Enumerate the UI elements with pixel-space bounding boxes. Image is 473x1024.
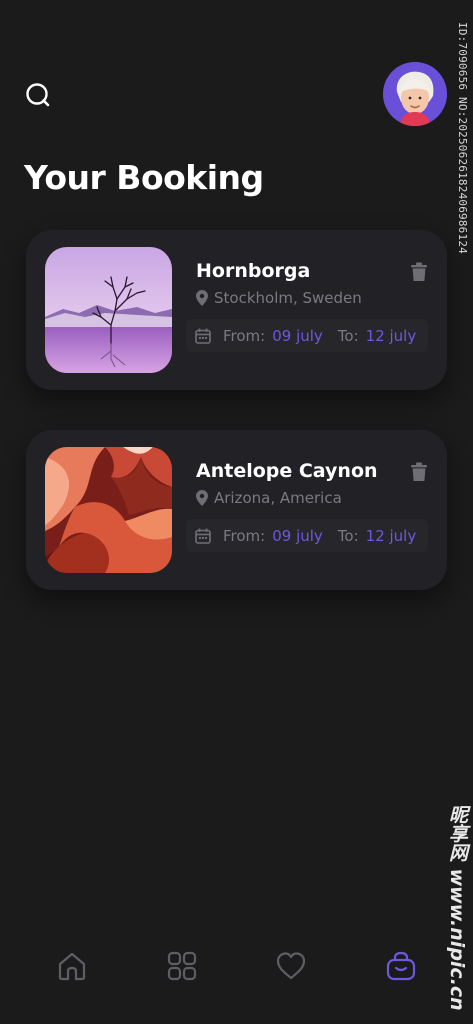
page-title: Your Booking	[24, 158, 264, 197]
home-icon[interactable]	[56, 950, 88, 982]
avatar[interactable]	[383, 62, 447, 126]
grid-icon[interactable]	[166, 950, 198, 982]
booking-dates: From: 09 july To: 12 july	[186, 319, 428, 352]
booking-screen: Your Booking Hornborga Stockholm, Sweden…	[0, 0, 473, 1024]
search-icon[interactable]	[22, 80, 54, 112]
booking-location: Stockholm, Sweden	[196, 289, 362, 307]
booking-thumbnail-antelope-canyon	[45, 447, 172, 573]
location-text: Arizona, America	[214, 489, 342, 507]
location-text: Stockholm, Sweden	[214, 289, 362, 307]
location-pin-icon	[196, 490, 208, 506]
booking-card[interactable]: Hornborga Stockholm, Sweden From: 09 jul…	[26, 230, 447, 390]
trash-icon[interactable]	[410, 462, 428, 482]
from-date: 09 july	[272, 326, 323, 345]
from-date: 09 july	[272, 526, 323, 545]
trash-icon[interactable]	[410, 262, 428, 282]
to-date: 12 july	[365, 326, 417, 345]
watermark-id: ID:7090656 NO:20250626182406986124	[456, 22, 469, 254]
booking-thumbnail-hornborga	[45, 247, 172, 373]
booking-dates: From: 09 july To: 12 july	[186, 519, 428, 552]
watermark-site: 昵享网 www.nipic.cn	[446, 805, 468, 1011]
booking-card[interactable]: Antelope Caynon Arizona, America From: 0…	[26, 430, 447, 590]
to-date: 12 july	[365, 526, 417, 545]
calendar-icon	[195, 328, 211, 344]
to-label: To:	[337, 526, 359, 545]
booking-location: Arizona, America	[196, 489, 342, 507]
booking-title: Hornborga	[196, 260, 311, 282]
location-pin-icon	[196, 290, 208, 306]
booking-title: Antelope Caynon	[196, 460, 378, 482]
from-label: From:	[223, 326, 266, 345]
calendar-icon	[195, 528, 211, 544]
bag-icon[interactable]	[385, 950, 417, 982]
from-label: From:	[223, 526, 266, 545]
to-label: To:	[337, 326, 359, 345]
heart-icon[interactable]	[275, 950, 307, 982]
